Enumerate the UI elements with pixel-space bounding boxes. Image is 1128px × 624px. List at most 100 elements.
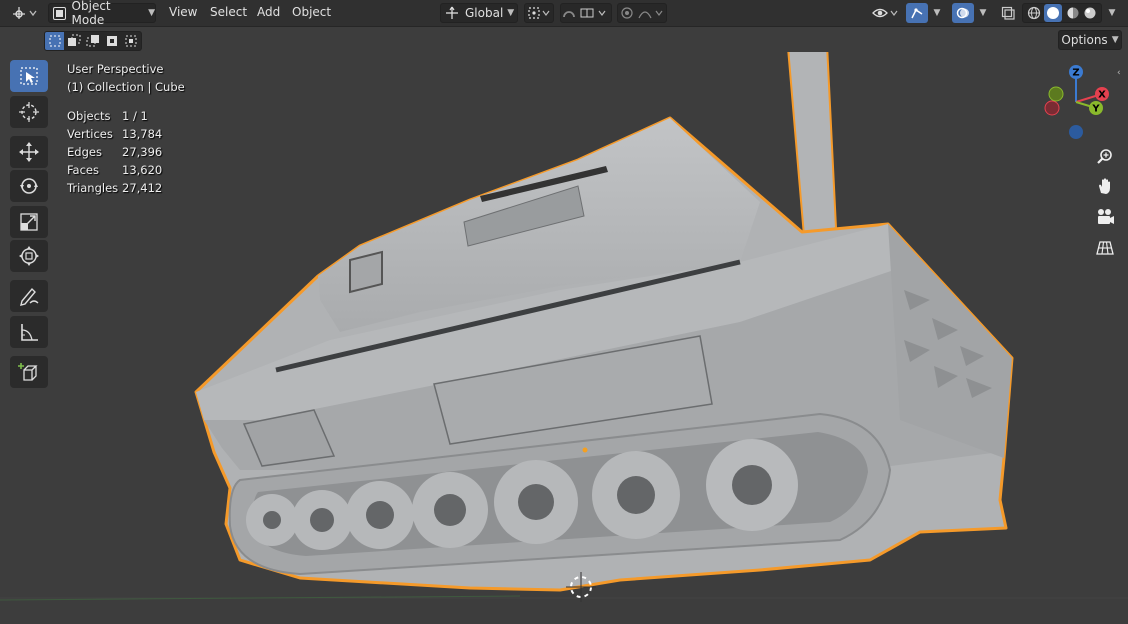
snap-controls[interactable]	[560, 3, 612, 23]
object-mode-icon	[53, 6, 66, 20]
xray-icon	[1001, 6, 1015, 20]
blender-window: Object Mode ▼ View Select Add Object Glo…	[0, 0, 1128, 624]
ortho-toggle-button[interactable]	[1092, 235, 1118, 261]
camera-view-button[interactable]	[1092, 204, 1118, 230]
rendered-shading-icon[interactable]	[1083, 6, 1097, 20]
chevron-down-icon: ▼	[933, 8, 941, 18]
pan-button[interactable]	[1092, 173, 1118, 199]
selection-mode-buttons	[44, 31, 142, 51]
options-label: Options	[1061, 33, 1108, 47]
viewport-stats-overlay: User Perspective (1) Collection | Cube O…	[67, 60, 185, 197]
xray-toggle-button[interactable]	[998, 3, 1018, 23]
y-axis-label: Y	[1091, 104, 1100, 115]
tool-rotate[interactable]	[10, 170, 48, 202]
stat-value: 1 / 1	[122, 109, 148, 123]
menu-select[interactable]: Select	[210, 5, 247, 19]
neg-x-axis-icon[interactable]	[1044, 100, 1060, 116]
collection-label: (1) Collection | Cube	[67, 80, 185, 94]
snap-icon	[563, 8, 606, 18]
solid-shading-icon[interactable]	[1044, 4, 1063, 22]
proportional-edit-icon	[621, 7, 663, 19]
options-dropdown[interactable]: Options ▼	[1058, 30, 1122, 50]
grid-ortho-icon	[1096, 241, 1114, 255]
select-intersect-icon	[125, 35, 137, 47]
stat-row: Faces 13,620	[67, 161, 185, 179]
menu-view[interactable]: View	[169, 5, 197, 19]
stat-value: 13,784	[122, 127, 163, 141]
turret-hatch	[349, 250, 383, 294]
z-axis-label: Z	[1072, 68, 1079, 79]
select-extend-button[interactable]	[64, 32, 83, 50]
stat-row: Vertices 13,784	[67, 125, 185, 143]
camera-icon	[1098, 209, 1114, 224]
sidebar-toggle-icon[interactable]: ‹	[1117, 68, 1121, 78]
proportional-editing[interactable]	[617, 3, 667, 23]
overlays-toggle-button[interactable]	[952, 3, 974, 23]
overlays-icon	[956, 7, 969, 19]
object-origin	[582, 447, 588, 453]
tool-move[interactable]	[10, 136, 48, 168]
editor-type-button[interactable]	[8, 3, 42, 23]
scene-statistics: Objects 1 / 1 Vertices 13,784 Edges 27,396 …	[67, 107, 185, 197]
stat-label: Triangles	[67, 181, 119, 195]
neg-y-axis-icon[interactable]	[1048, 86, 1064, 102]
select-subtract-button[interactable]	[83, 32, 102, 50]
chevron-down-icon: ▼	[148, 8, 155, 18]
menu-add[interactable]: Add	[257, 5, 280, 19]
menu-object[interactable]: Object	[292, 5, 331, 19]
tank-barrel	[787, 52, 838, 238]
tool-scale[interactable]	[10, 206, 48, 238]
gizmo-dropdown[interactable]: ▼	[929, 3, 945, 23]
stat-value: 13,620	[122, 163, 163, 177]
pivot-icon	[528, 7, 550, 19]
select-invert-icon	[107, 36, 118, 46]
mode-label: Object Mode	[71, 0, 111, 27]
orientation-label: Global	[465, 6, 504, 20]
zoom-button[interactable]	[1092, 144, 1118, 170]
overlays-dropdown[interactable]: ▼	[975, 3, 991, 23]
move-icon	[19, 142, 39, 162]
select-extend-icon	[67, 34, 81, 46]
shading-dropdown[interactable]: ▼	[1104, 3, 1120, 23]
pivot-point-dropdown[interactable]	[524, 3, 554, 23]
material-preview-icon[interactable]	[1066, 6, 1080, 20]
select-subtract-icon	[86, 35, 99, 47]
wireframe-shading-icon[interactable]	[1027, 6, 1041, 20]
viewport-header: Object Mode ▼ View Select Add Object Glo…	[0, 0, 1128, 27]
tool-cursor[interactable]	[10, 96, 48, 128]
stat-label: Faces	[67, 163, 99, 177]
tool-select-box[interactable]	[10, 60, 48, 92]
visibility-dropdown[interactable]	[870, 3, 902, 23]
stat-row: Objects 1 / 1	[67, 107, 185, 125]
select-invert-button[interactable]	[103, 32, 122, 50]
stat-row: Edges 27,396	[67, 143, 185, 161]
scale-icon	[20, 213, 38, 231]
tool-annotate[interactable]	[10, 280, 48, 312]
select-intersect-button[interactable]	[122, 32, 141, 50]
gizmo-toggle-button[interactable]	[906, 3, 928, 23]
x-axis-label: X	[1098, 90, 1106, 101]
hand-pan-icon	[1099, 178, 1110, 194]
stat-label: Vertices	[67, 127, 113, 141]
transform-orientation-icon	[446, 6, 458, 19]
stat-value: 27,412	[122, 181, 163, 195]
select-new-icon	[49, 35, 61, 47]
mode-dropdown[interactable]: Object Mode ▼	[48, 0, 156, 27]
add-cube-icon	[18, 363, 38, 381]
tool-transform[interactable]	[10, 240, 48, 272]
chevron-down-icon: ▼	[1108, 8, 1116, 18]
stat-label: Objects	[67, 109, 111, 123]
tool-measure[interactable]	[10, 316, 48, 348]
select-box-icon	[20, 67, 38, 85]
orientation-dropdown[interactable]: Global ▼	[440, 3, 518, 23]
navigation-gizmo[interactable]: Z X Y	[1040, 62, 1120, 142]
neg-z-axis-icon[interactable]	[1069, 125, 1083, 139]
chevron-down-icon: ▼	[507, 8, 515, 18]
tool-add-cube[interactable]	[10, 356, 48, 388]
transform-icon	[19, 246, 39, 266]
shading-modes[interactable]	[1022, 3, 1102, 23]
select-new-button[interactable]	[45, 32, 65, 50]
annotate-icon	[20, 287, 39, 306]
chevron-down-icon: ▼	[1111, 35, 1119, 45]
stat-row: Triangles 27,412	[67, 179, 185, 197]
